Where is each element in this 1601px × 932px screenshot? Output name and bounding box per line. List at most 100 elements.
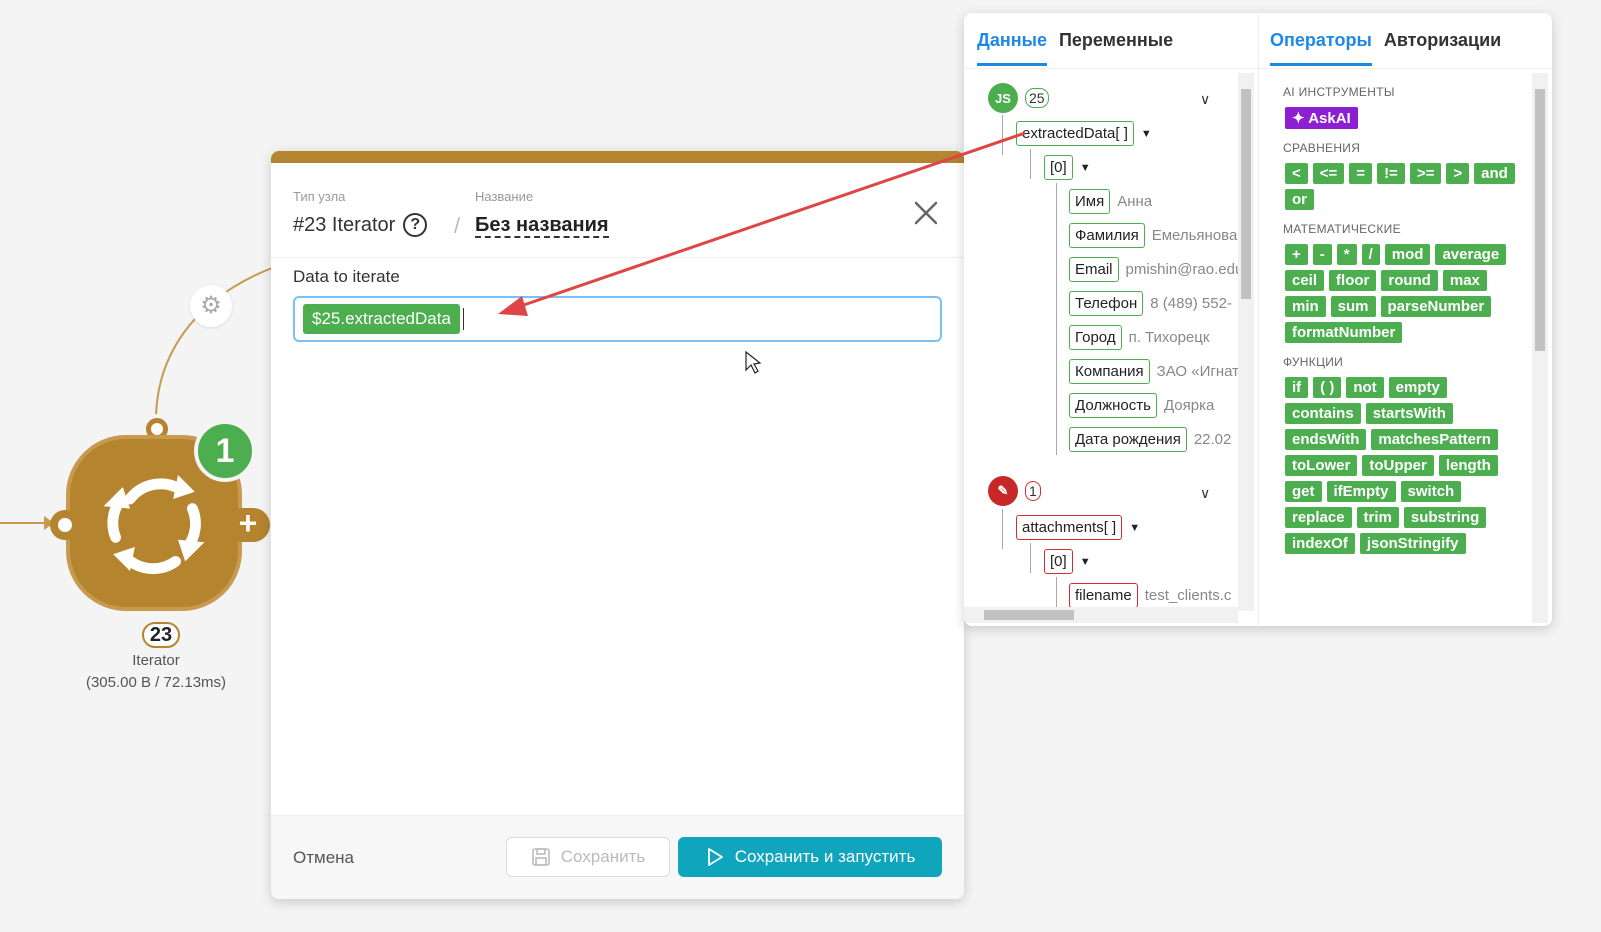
operator-chip[interactable]: ceil	[1285, 270, 1325, 291]
operator-chip[interactable]: get	[1285, 481, 1322, 502]
operator-chip[interactable]: min	[1285, 296, 1326, 317]
key-chip[interactable]: Телефон	[1069, 291, 1144, 316]
tree-field[interactable]: Компания ЗАО «Игнат	[1069, 359, 1238, 384]
gear-icon[interactable]: ⚙	[190, 285, 232, 327]
key-chip[interactable]: Компания	[1069, 359, 1150, 384]
tab-data[interactable]: Данные	[977, 30, 1047, 66]
operator-chip[interactable]: if	[1285, 377, 1309, 398]
tree-key-attachments[interactable]: attachments[ ] ▼	[1016, 515, 1140, 540]
operator-chip[interactable]: round	[1381, 270, 1438, 291]
chevron-down-icon[interactable]: ∨	[1200, 91, 1210, 108]
caret-down-icon[interactable]: ▼	[1080, 162, 1091, 174]
tree-field[interactable]: Фамилия Емельянова	[1069, 223, 1237, 248]
key-chip[interactable]: Должность	[1069, 393, 1157, 418]
operator-chip[interactable]: length	[1438, 455, 1498, 476]
help-icon[interactable]: ?	[403, 213, 428, 237]
operator-chip[interactable]: formatNumber	[1285, 322, 1403, 343]
tree-field[interactable]: Дата рождения 22.02	[1069, 427, 1231, 452]
operator-chip[interactable]: average	[1435, 244, 1507, 265]
tree-key-index[interactable]: [0] ▼	[1044, 549, 1091, 574]
tree-vertical-scrollbar[interactable]	[1238, 73, 1254, 611]
tree-key-index[interactable]: [0] ▼	[1044, 155, 1091, 180]
iterator-node[interactable]: + 1 23 Iterator (305.00 B / 72.13ms)	[50, 414, 278, 710]
add-node-button[interactable]: +	[226, 507, 270, 542]
key-chip[interactable]: Имя	[1069, 189, 1111, 214]
caret-down-icon[interactable]: ▼	[1129, 522, 1140, 534]
operator-chip[interactable]: !=	[1377, 163, 1405, 184]
tree-field[interactable]: Телефон 8 (489) 552-	[1069, 291, 1232, 316]
operator-chip[interactable]: startsWith	[1365, 403, 1453, 424]
operator-chip[interactable]: -	[1312, 244, 1332, 265]
scroll-thumb[interactable]	[1535, 89, 1545, 351]
tab-operators[interactable]: Операторы	[1270, 30, 1372, 66]
tree-key-extractedData[interactable]: extractedData[ ] ▼	[1016, 121, 1152, 146]
node-left-handle[interactable]	[50, 510, 80, 540]
expression-chip[interactable]: $25.extractedData	[303, 304, 460, 334]
operator-chip[interactable]: replace	[1285, 507, 1352, 528]
operator-chip[interactable]: contains	[1285, 403, 1361, 424]
incoming-connection	[0, 516, 54, 530]
caret-down-icon[interactable]: ▼	[1141, 128, 1152, 140]
key-chip[interactable]: extractedData[ ]	[1016, 121, 1134, 146]
operator-chip[interactable]: toLower	[1285, 455, 1358, 476]
scroll-thumb[interactable]	[984, 610, 1074, 620]
operator-chip[interactable]: mod	[1384, 244, 1431, 265]
tab-authorizations[interactable]: Авторизации	[1384, 30, 1501, 66]
operator-chip[interactable]: <=	[1312, 163, 1345, 184]
operator-chip[interactable]: or	[1285, 189, 1314, 210]
tree-field[interactable]: filename test_clients.c	[1069, 583, 1231, 608]
source-node-1[interactable]: ✎ 1	[988, 476, 1041, 506]
operator-chip[interactable]: not	[1346, 377, 1384, 398]
operator-chip[interactable]: max	[1442, 270, 1487, 291]
operator-chip[interactable]: <	[1285, 163, 1308, 184]
key-chip[interactable]: filename	[1069, 583, 1138, 608]
tree-horizontal-scrollbar[interactable]	[964, 607, 1238, 623]
operator-chip[interactable]: =	[1349, 163, 1373, 184]
operator-chip[interactable]: trim	[1356, 507, 1399, 528]
source-node-25[interactable]: JS 25	[988, 83, 1049, 113]
operators-vertical-scrollbar[interactable]	[1532, 73, 1548, 623]
tree-field[interactable]: Город п. Тихорецк	[1069, 325, 1209, 350]
op-askai[interactable]: ✦ AskAI	[1285, 107, 1358, 129]
operator-chip[interactable]: floor	[1329, 270, 1377, 291]
operator-chip[interactable]: /	[1361, 244, 1380, 265]
operator-chip[interactable]: jsonStringify	[1359, 533, 1466, 554]
operator-chip[interactable]: ifEmpty	[1326, 481, 1396, 502]
operator-chip[interactable]: and	[1474, 163, 1515, 184]
tree-field[interactable]: Email pmishin@rao.edu	[1069, 257, 1238, 282]
node-name-editable[interactable]: Без названия	[475, 214, 609, 238]
operator-chip[interactable]: matchesPattern	[1371, 429, 1498, 450]
cancel-button[interactable]: Отмена	[293, 848, 354, 868]
key-chip[interactable]: [0]	[1044, 155, 1073, 180]
operator-chip[interactable]: ( )	[1313, 377, 1342, 398]
scroll-thumb[interactable]	[1241, 89, 1251, 299]
key-chip[interactable]: Город	[1069, 325, 1122, 350]
close-icon[interactable]	[912, 199, 940, 227]
data-to-iterate-input[interactable]: $25.extractedData	[293, 296, 942, 342]
operator-chip[interactable]: >=	[1409, 163, 1442, 184]
operator-chip[interactable]: switch	[1400, 481, 1462, 502]
operator-chip[interactable]: parseNumber	[1380, 296, 1492, 317]
save-button[interactable]: Сохранить	[506, 837, 670, 877]
workflow-canvas[interactable]: ⚙ + 1 23 Iterator (305.00 B / 72.13ms) Т…	[0, 0, 1601, 932]
operator-chip[interactable]: substring	[1403, 507, 1487, 528]
operator-chip[interactable]: +	[1285, 244, 1308, 265]
key-chip[interactable]: Email	[1069, 257, 1119, 282]
operator-chip[interactable]: sum	[1330, 296, 1376, 317]
tab-variables[interactable]: Переменные	[1059, 30, 1173, 66]
save-and-run-button[interactable]: Сохранить и запустить	[678, 837, 942, 877]
operator-chip[interactable]: empty	[1388, 377, 1447, 398]
tree-field[interactable]: Имя Анна	[1069, 189, 1152, 214]
operator-chip[interactable]: *	[1336, 244, 1357, 265]
chevron-down-icon[interactable]: ∨	[1200, 485, 1210, 502]
operator-chip[interactable]: indexOf	[1285, 533, 1355, 554]
tree-field[interactable]: Должность Доярка	[1069, 393, 1214, 418]
key-chip[interactable]: [0]	[1044, 549, 1073, 574]
operator-chip[interactable]: endsWith	[1285, 429, 1367, 450]
key-chip[interactable]: attachments[ ]	[1016, 515, 1123, 540]
operator-chip[interactable]: toUpper	[1362, 455, 1434, 476]
operator-chip[interactable]: >	[1446, 163, 1470, 184]
key-chip[interactable]: Фамилия	[1069, 223, 1145, 248]
key-chip[interactable]: Дата рождения	[1069, 427, 1187, 452]
caret-down-icon[interactable]: ▼	[1080, 556, 1091, 568]
